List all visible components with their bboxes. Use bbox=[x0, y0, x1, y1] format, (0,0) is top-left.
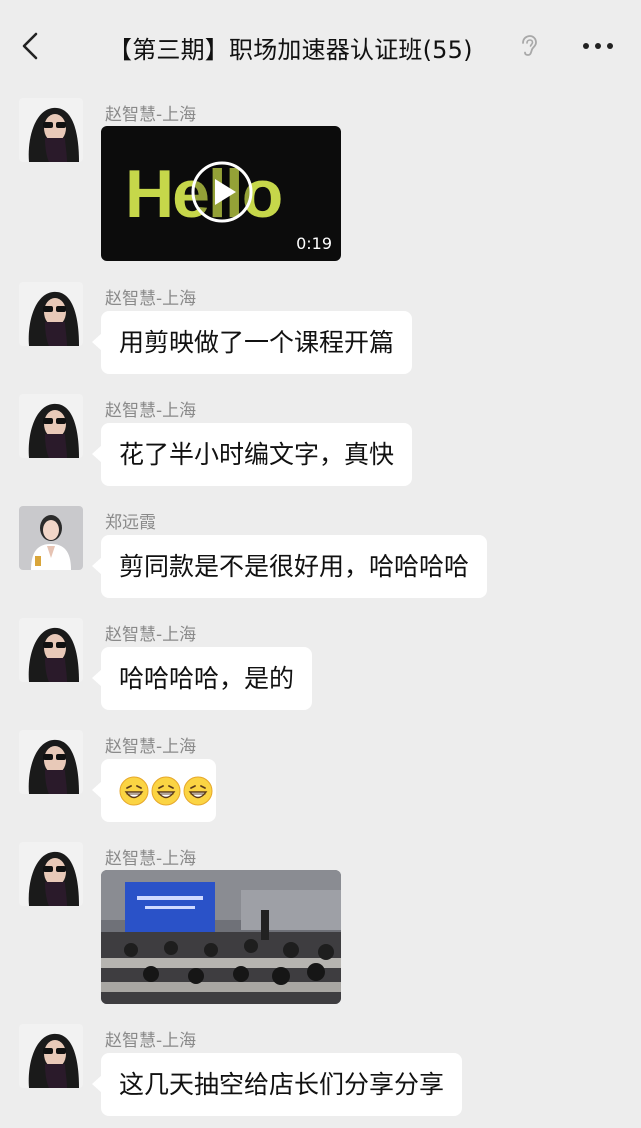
message-bubble[interactable]: 哈哈哈哈，是的 bbox=[91, 647, 313, 710]
play-icon[interactable] bbox=[191, 161, 253, 223]
sender-name: 赵智慧-上海 bbox=[105, 737, 197, 757]
avatar[interactable] bbox=[19, 618, 83, 682]
message-bubble[interactable]: 剪同款是不是很好用，哈哈哈哈 bbox=[91, 535, 488, 598]
sender-name: 郑远霞 bbox=[105, 513, 156, 533]
message-bubble[interactable]: 用剪映做了一个课程开篇 bbox=[91, 311, 413, 374]
avatar[interactable] bbox=[19, 98, 83, 162]
sender-name: 赵智慧-上海 bbox=[105, 1031, 197, 1051]
avatar[interactable] bbox=[19, 842, 83, 906]
back-button[interactable] bbox=[14, 28, 50, 64]
sender-name: 赵智慧-上海 bbox=[105, 401, 197, 421]
chat-title: 【第三期】职场加速器认证班(55) bbox=[108, 36, 473, 64]
sender-name: 赵智慧-上海 bbox=[105, 849, 197, 869]
chevron-left-icon bbox=[22, 32, 38, 60]
ear-icon bbox=[518, 34, 538, 58]
avatar[interactable] bbox=[19, 506, 83, 570]
photo-message[interactable] bbox=[101, 870, 341, 1004]
grin-emoji-icon bbox=[183, 776, 213, 806]
grin-emoji-icon bbox=[151, 776, 181, 806]
avatar[interactable] bbox=[19, 1024, 83, 1088]
more-dots-icon bbox=[583, 43, 613, 49]
sender-name: 赵智慧-上海 bbox=[105, 289, 197, 309]
more-button[interactable] bbox=[576, 30, 620, 62]
avatar[interactable] bbox=[19, 394, 83, 458]
message-bubble[interactable]: 这几天抽空给店长们分享分享 bbox=[91, 1053, 463, 1116]
chat-header: 【第三期】职场加速器认证班(55) bbox=[0, 0, 641, 92]
video-duration: 0:19 bbox=[296, 234, 332, 253]
sender-name: 赵智慧-上海 bbox=[105, 625, 197, 645]
sender-name: 赵智慧-上海 bbox=[105, 105, 197, 125]
message-bubble[interactable]: 花了半小时编文字，真快 bbox=[91, 423, 413, 486]
message-bubble[interactable]: 😁😁😁 bbox=[92, 759, 216, 822]
video-message[interactable]: Hello 0:19 bbox=[101, 126, 341, 261]
classroom-photo bbox=[101, 870, 341, 1004]
grin-emoji-icon bbox=[119, 776, 149, 806]
avatar[interactable] bbox=[19, 282, 83, 346]
avatar[interactable] bbox=[19, 730, 83, 794]
